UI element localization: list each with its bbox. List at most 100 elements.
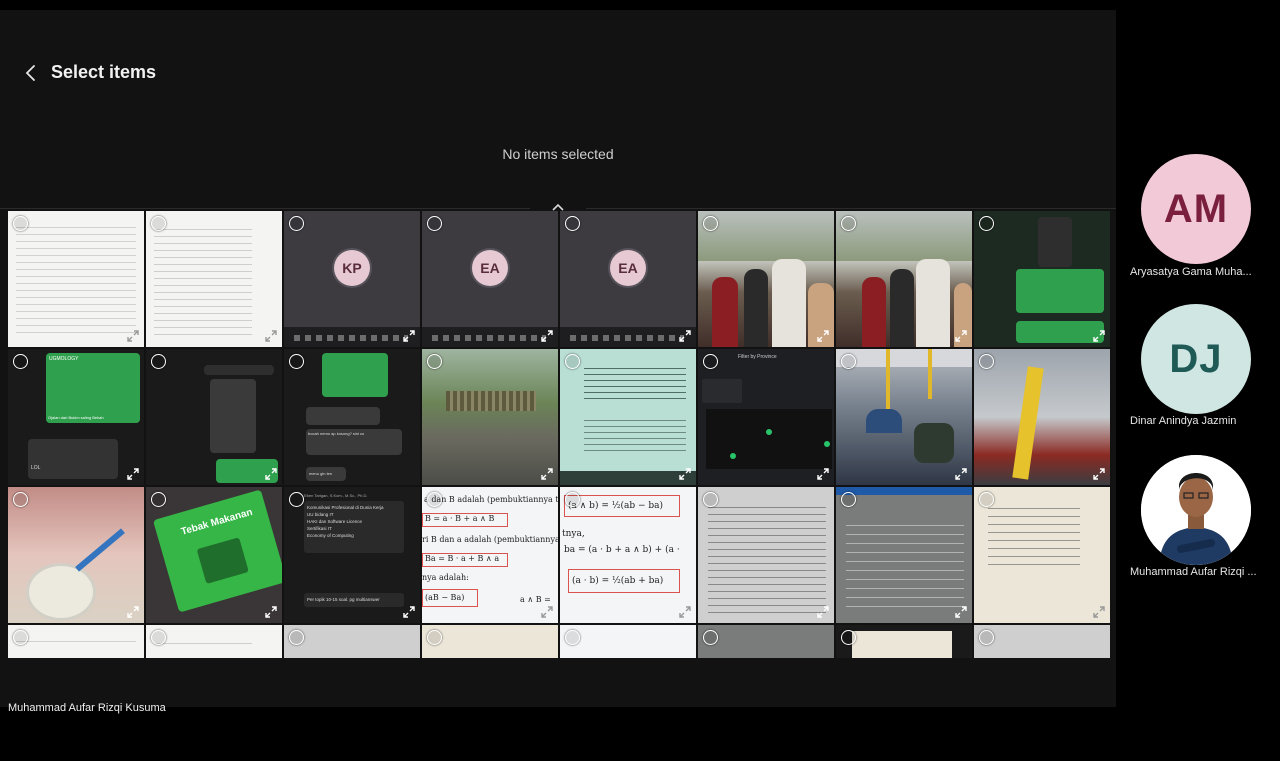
expand-icon[interactable] — [1092, 467, 1106, 481]
media-thumbnail[interactable] — [146, 625, 282, 658]
expand-icon[interactable] — [678, 605, 692, 619]
document-lines — [16, 637, 136, 648]
expand-icon[interactable] — [264, 467, 278, 481]
select-circle-icon[interactable] — [427, 630, 442, 645]
select-circle-icon[interactable] — [565, 630, 580, 645]
selection-status: No items selected — [502, 146, 614, 162]
select-circle-icon[interactable] — [427, 492, 442, 507]
media-thumbnail[interactable] — [974, 625, 1110, 658]
media-thumbnail[interactable]: Filter by Province — [698, 349, 834, 485]
expand-icon[interactable] — [126, 467, 140, 481]
select-circle-icon[interactable] — [13, 216, 28, 231]
avatar: EA — [610, 250, 646, 286]
expand-icon[interactable] — [1092, 605, 1106, 619]
media-thumbnail[interactable]: Eben Tarigan, S.Kom., M.Sc., Ph.D. Komun… — [284, 487, 420, 623]
select-circle-icon[interactable] — [565, 492, 580, 507]
math-text: (a · b) = ½(ab + ba) — [568, 569, 680, 593]
media-thumbnail[interactable]: (a ∧ b) = ½(ab − ba) tnya, ba = (a · b +… — [560, 487, 696, 623]
media-thumbnail[interactable]: EA — [560, 211, 696, 347]
expand-icon[interactable] — [1092, 329, 1106, 343]
media-thumbnail[interactable] — [698, 487, 834, 623]
media-thumbnail[interactable] — [974, 487, 1110, 623]
select-circle-icon[interactable] — [151, 216, 166, 231]
expand-icon[interactable] — [126, 605, 140, 619]
expand-icon[interactable] — [954, 467, 968, 481]
participant-tile[interactable]: DJ Dinar Anindya Jazmin — [1130, 304, 1270, 434]
media-thumbnail[interactable] — [836, 211, 972, 347]
media-thumbnail[interactable] — [422, 625, 558, 658]
select-circle-icon[interactable] — [289, 630, 304, 645]
select-circle-icon[interactable] — [565, 216, 580, 231]
media-thumbnail[interactable]: a dan B adalah (pembuktiannya t B = a · … — [422, 487, 558, 623]
expand-icon[interactable] — [816, 467, 830, 481]
select-circle-icon[interactable] — [151, 492, 166, 507]
media-thumbnail[interactable] — [422, 349, 558, 485]
select-circle-icon[interactable] — [289, 216, 304, 231]
select-circle-icon[interactable] — [979, 492, 994, 507]
participant-tile[interactable]: Muhammad Aufar Rizqi ... — [1130, 455, 1270, 585]
media-thumbnail[interactable] — [560, 625, 696, 658]
select-circle-icon[interactable] — [703, 354, 718, 369]
expand-icon[interactable] — [540, 467, 554, 481]
select-circle-icon[interactable] — [703, 630, 718, 645]
media-thumbnail[interactable] — [698, 625, 834, 658]
select-circle-icon[interactable] — [979, 630, 994, 645]
select-circle-icon[interactable] — [841, 354, 856, 369]
select-circle-icon[interactable] — [13, 492, 28, 507]
media-thumbnail[interactable] — [284, 625, 420, 658]
media-thumbnail[interactable] — [560, 349, 696, 485]
select-circle-icon[interactable] — [979, 354, 994, 369]
select-circle-icon[interactable] — [427, 216, 442, 231]
expand-icon[interactable] — [264, 605, 278, 619]
media-thumbnail[interactable] — [836, 487, 972, 623]
media-thumbnail[interactable] — [146, 349, 282, 485]
select-circle-icon[interactable] — [841, 216, 856, 231]
math-text: (a ∧ b) = ½(ab − ba) — [564, 495, 680, 517]
expand-icon[interactable] — [402, 329, 416, 343]
select-circle-icon[interactable] — [151, 354, 166, 369]
expand-icon[interactable] — [540, 605, 554, 619]
media-thumbnail[interactable] — [8, 487, 144, 623]
select-circle-icon[interactable] — [13, 354, 28, 369]
expand-icon[interactable] — [816, 605, 830, 619]
taskbar — [560, 327, 696, 347]
media-thumbnail[interactable]: KP — [284, 211, 420, 347]
media-thumbnail[interactable] — [146, 211, 282, 347]
divider — [0, 208, 530, 209]
select-circle-icon[interactable] — [841, 492, 856, 507]
expand-icon[interactable] — [126, 329, 140, 343]
participant-tile[interactable]: AM Aryasatya Gama Muha... — [1130, 154, 1270, 284]
chat-message: LOL — [31, 465, 41, 471]
select-circle-icon[interactable] — [427, 354, 442, 369]
media-thumbnail[interactable]: Tebak Makanan — [146, 487, 282, 623]
select-circle-icon[interactable] — [703, 216, 718, 231]
media-thumbnail[interactable] — [974, 349, 1110, 485]
select-circle-icon[interactable] — [565, 354, 580, 369]
select-circle-icon[interactable] — [151, 630, 166, 645]
expand-icon[interactable] — [402, 605, 416, 619]
expand-icon[interactable] — [678, 329, 692, 343]
expand-icon[interactable] — [678, 467, 692, 481]
media-thumbnail[interactable] — [698, 211, 834, 347]
select-circle-icon[interactable] — [703, 492, 718, 507]
expand-icon[interactable] — [954, 605, 968, 619]
back-button[interactable] — [18, 60, 44, 86]
expand-icon[interactable] — [816, 329, 830, 343]
select-circle-icon[interactable] — [289, 354, 304, 369]
expand-icon[interactable] — [540, 329, 554, 343]
media-thumbnail[interactable] — [8, 625, 144, 658]
expand-icon[interactable] — [264, 329, 278, 343]
media-thumbnail[interactable]: bocah nemo ap kosong? sini cu menu gin t… — [284, 349, 420, 485]
select-circle-icon[interactable] — [289, 492, 304, 507]
select-circle-icon[interactable] — [841, 630, 856, 645]
media-thumbnail[interactable]: EA — [422, 211, 558, 347]
math-text: tnya, — [562, 529, 585, 539]
select-circle-icon[interactable] — [979, 216, 994, 231]
media-thumbnail[interactable] — [8, 211, 144, 347]
media-thumbnail[interactable] — [836, 349, 972, 485]
media-thumbnail[interactable]: UGMOLOGY Ojalan dari Bukim saling Bekah … — [8, 349, 144, 485]
media-thumbnail[interactable] — [974, 211, 1110, 347]
media-thumbnail[interactable] — [836, 625, 972, 658]
expand-icon[interactable] — [954, 329, 968, 343]
select-circle-icon[interactable] — [13, 630, 28, 645]
